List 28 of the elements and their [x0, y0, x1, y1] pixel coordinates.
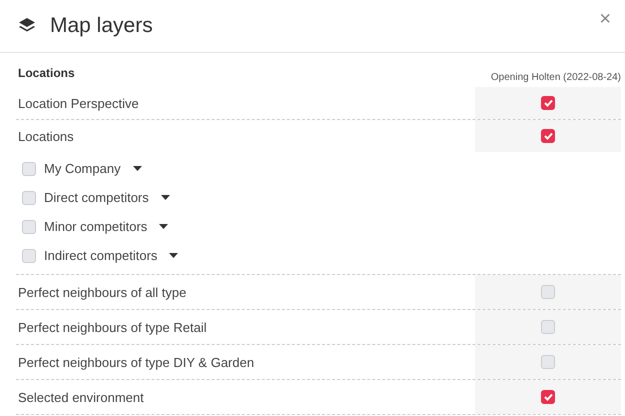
category-checkbox[interactable]	[22, 190, 36, 204]
caret-icon[interactable]	[132, 166, 142, 171]
caret-icon[interactable]	[159, 224, 168, 229]
layer-checkbox[interactable]	[541, 320, 555, 334]
category-label: Direct competitors	[44, 190, 149, 205]
category-checkbox[interactable]	[22, 220, 36, 234]
layer-label: Locations	[17, 128, 75, 146]
layer-label: Perfect neighbours of type Retail	[17, 318, 208, 337]
dialog-title: Map layers	[50, 14, 154, 38]
category-label: My Company	[44, 161, 121, 176]
caret-icon[interactable]	[160, 195, 170, 200]
category-checkbox[interactable]	[22, 162, 36, 176]
layer-label: Perfect neighbours of all type	[17, 284, 188, 302]
column-header: Opening Holten (2022-08-24)	[490, 72, 621, 85]
layer-checkbox[interactable]	[541, 390, 555, 404]
layer-label: Location Perspective	[17, 94, 140, 113]
layer-checkbox[interactable]	[541, 355, 555, 369]
section-title: Locations	[17, 65, 76, 82]
layer-checkbox[interactable]	[541, 129, 555, 143]
layer-label: Selected environment	[17, 388, 145, 406]
category-label: Minor competitors	[44, 219, 148, 234]
caret-icon[interactable]	[169, 253, 178, 258]
category-label: Indirect competitors	[44, 248, 158, 263]
layer-checkbox[interactable]	[541, 96, 555, 110]
close-button[interactable]: ×	[599, 8, 611, 31]
category-checkbox[interactable]	[22, 248, 36, 262]
layer-label: Perfect neighbours of type DIY & Garden	[17, 354, 256, 372]
layer-checkbox[interactable]	[541, 285, 555, 299]
